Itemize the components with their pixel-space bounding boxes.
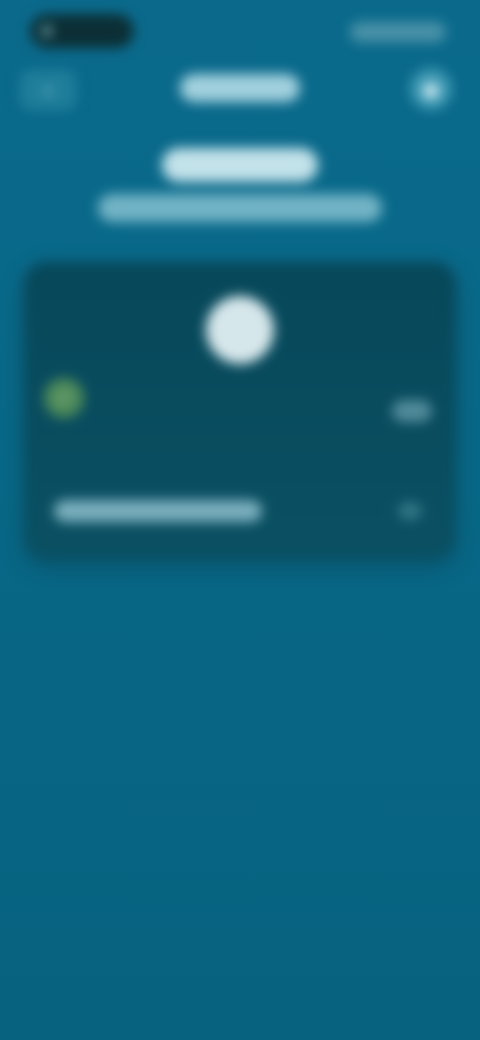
- circle-icon: ●: [422, 77, 440, 101]
- chevron-left-icon: ‹: [43, 76, 53, 104]
- check-glyph-icon: ✓: [57, 388, 71, 407]
- nav-title-placeholder: [180, 74, 300, 102]
- status-bar: [0, 8, 480, 52]
- chevron-right-icon[interactable]: [392, 400, 432, 422]
- status-dot-icon: [42, 26, 52, 36]
- info-icon[interactable]: [398, 502, 422, 520]
- check-icon[interactable]: ✓: [44, 378, 84, 418]
- hero-title-placeholder: [162, 148, 318, 182]
- nav-action-button[interactable]: ●: [410, 68, 452, 110]
- hero-subtitle-placeholder: [98, 194, 382, 222]
- status-right-indicators: [350, 22, 446, 42]
- status-pill: [30, 14, 134, 48]
- avatar: [206, 296, 274, 364]
- top-navigation: ‹ ●: [0, 62, 480, 118]
- back-button[interactable]: ‹: [20, 70, 76, 110]
- card-footer-text-placeholder: [54, 500, 262, 522]
- main-card[interactable]: ✓: [24, 262, 456, 560]
